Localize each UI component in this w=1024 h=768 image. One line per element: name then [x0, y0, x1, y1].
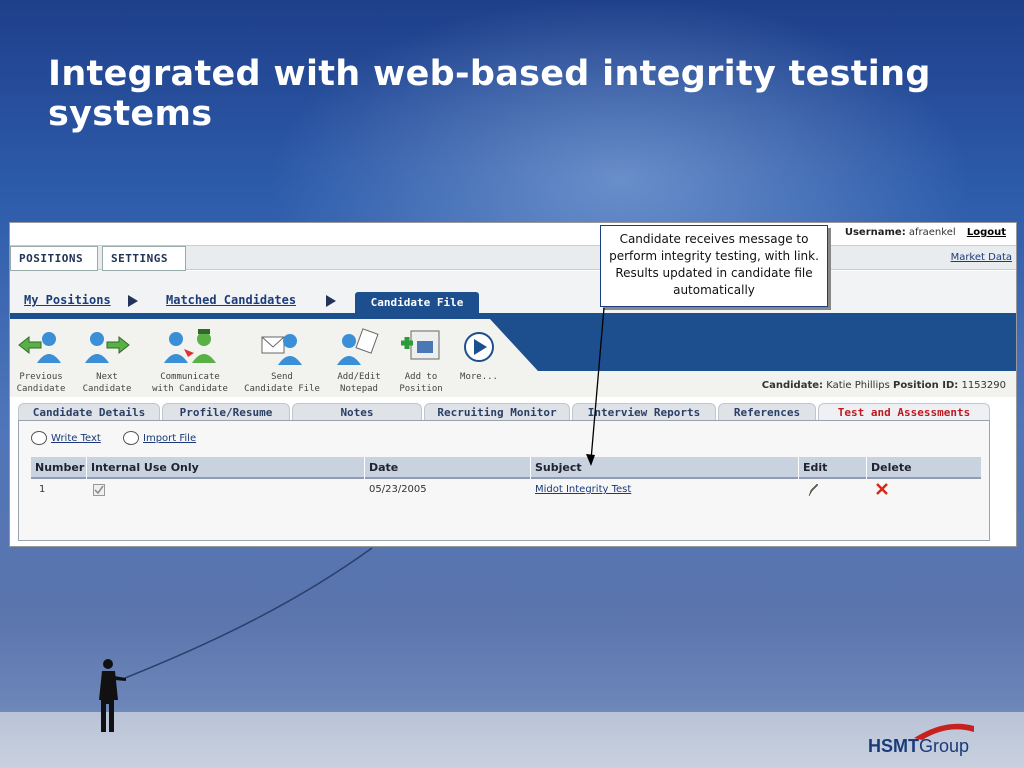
logo-bold: HSMT [868, 736, 919, 756]
write-text-label: Write Text [51, 433, 101, 444]
tool-label: Add/Edit [337, 372, 381, 382]
col-date: Date [365, 457, 531, 479]
tool-label: Add to [404, 372, 438, 382]
positions-button[interactable]: POSITIONS [10, 246, 98, 271]
next-arrow-icon [85, 332, 130, 363]
candidate-info: Candidate: Katie Phillips Position ID: 1… [762, 380, 1006, 391]
delete-x-icon[interactable] [871, 482, 889, 504]
slide-title: Integrated with web-based integrity test… [48, 54, 931, 134]
market-data-link[interactable]: Market Data [951, 252, 1012, 263]
notepad-icon [337, 328, 379, 365]
tool-label: with Candidate [152, 384, 228, 394]
communicate-button[interactable]: Communicate with Candidate [150, 327, 230, 395]
play-circle-icon [464, 332, 494, 362]
next-candidate-button[interactable]: Next Candidate [80, 327, 134, 395]
col-subject: Subject [531, 457, 799, 479]
position-id-value: 1153290 [961, 380, 1006, 391]
previous-arrow-icon [18, 332, 61, 363]
col-delete: Delete [871, 461, 912, 474]
person-silhouette [99, 659, 126, 732]
more-button[interactable]: More... [454, 327, 504, 383]
tests-panel: Write Text Import File Number Internal U… [18, 420, 990, 541]
write-text-icon [31, 431, 47, 445]
logo-light: Group [919, 736, 970, 756]
candidate-tabs: Candidate Details Profile/Resume Notes R… [18, 403, 1010, 421]
row-number: 1 [39, 484, 46, 495]
tab-recruiting-monitor[interactable]: Recruiting Monitor [424, 403, 570, 421]
write-text-link[interactable]: Write Text [31, 431, 101, 445]
table-header: Number Internal Use Only Date Subject Ed… [31, 457, 981, 479]
tool-label: Position [399, 384, 443, 394]
candidate-file-tab[interactable]: Candidate File [355, 292, 479, 314]
tool-label: Next [96, 372, 118, 382]
breadcrumb-arrow-icon [128, 295, 138, 307]
position-id-label: Position ID: [892, 380, 959, 391]
user-bar: Username: afraenkel Logout [845, 227, 1006, 238]
tool-label: Candidate [16, 384, 66, 394]
logout-link[interactable]: Logout [967, 227, 1006, 238]
tab-candidate-details[interactable]: Candidate Details [18, 403, 160, 421]
import-file-icon [123, 431, 139, 445]
tab-references[interactable]: References [718, 403, 816, 421]
tool-label: Notepad [340, 384, 378, 394]
settings-button[interactable]: SETTINGS [102, 246, 186, 271]
communicate-icon [164, 329, 216, 363]
import-file-label: Import File [143, 433, 197, 444]
import-file-link[interactable]: Import File [123, 431, 196, 445]
tool-label: Communicate [160, 372, 220, 382]
tool-label: More... [460, 372, 498, 382]
col-number: Number [31, 457, 87, 479]
row-subject-link[interactable]: Midot Integrity Test [531, 479, 631, 501]
tool-label: Send [271, 372, 293, 382]
tool-label: Candidate [82, 384, 132, 394]
app-screenshot: Username: afraenkel Logout POSITIONS SET… [9, 222, 1017, 547]
breadcrumb-matched-candidates[interactable]: Matched Candidates [166, 293, 296, 307]
username-value: afraenkel [908, 227, 956, 238]
tab-notes[interactable]: Notes [292, 403, 422, 421]
tab-profile-resume[interactable]: Profile/Resume [162, 403, 290, 421]
edit-pencil-icon[interactable] [803, 483, 819, 505]
add-to-position-icon [401, 330, 440, 360]
breadcrumb-my-positions[interactable]: My Positions [24, 293, 111, 307]
add-edit-notepad-button[interactable]: Add/Edit Notepad [332, 327, 386, 395]
candidate-label: Candidate: [761, 380, 824, 391]
breadcrumb: My Positions Matched Candidates Candidat… [10, 271, 1016, 314]
add-to-position-button[interactable]: Add to Position [394, 327, 448, 395]
tool-label: Candidate File [244, 384, 320, 394]
checkbox-checked-icon [93, 484, 105, 496]
col-internal-use-only: Internal Use Only [87, 457, 365, 479]
kite-string [124, 547, 373, 679]
hsmt-logo: HSMTGroup [868, 736, 969, 757]
top-nav: POSITIONS SETTINGS Market Data [10, 245, 1016, 271]
tool-label: Previous [19, 372, 63, 382]
table-row: 1 05/23/2005 Midot Integrity Test [31, 479, 981, 501]
username-label: Username: [844, 227, 906, 238]
breadcrumb-arrow-icon [326, 295, 336, 307]
tab-test-and-assessments[interactable]: Test and Assessments [818, 403, 990, 421]
candidate-name: Katie Phillips [826, 380, 890, 391]
col-edit: Edit [799, 457, 867, 479]
previous-candidate-button[interactable]: Previous Candidate [14, 327, 68, 395]
send-candidate-file-button[interactable]: Send Candidate File [242, 327, 322, 395]
row-date: 05/23/2005 [369, 484, 427, 495]
internal-use-checkbox[interactable] [93, 483, 105, 497]
annotation-callout: Candidate receives message to perform in… [600, 225, 828, 307]
send-file-icon [261, 334, 302, 365]
callout-arrow [586, 307, 605, 466]
